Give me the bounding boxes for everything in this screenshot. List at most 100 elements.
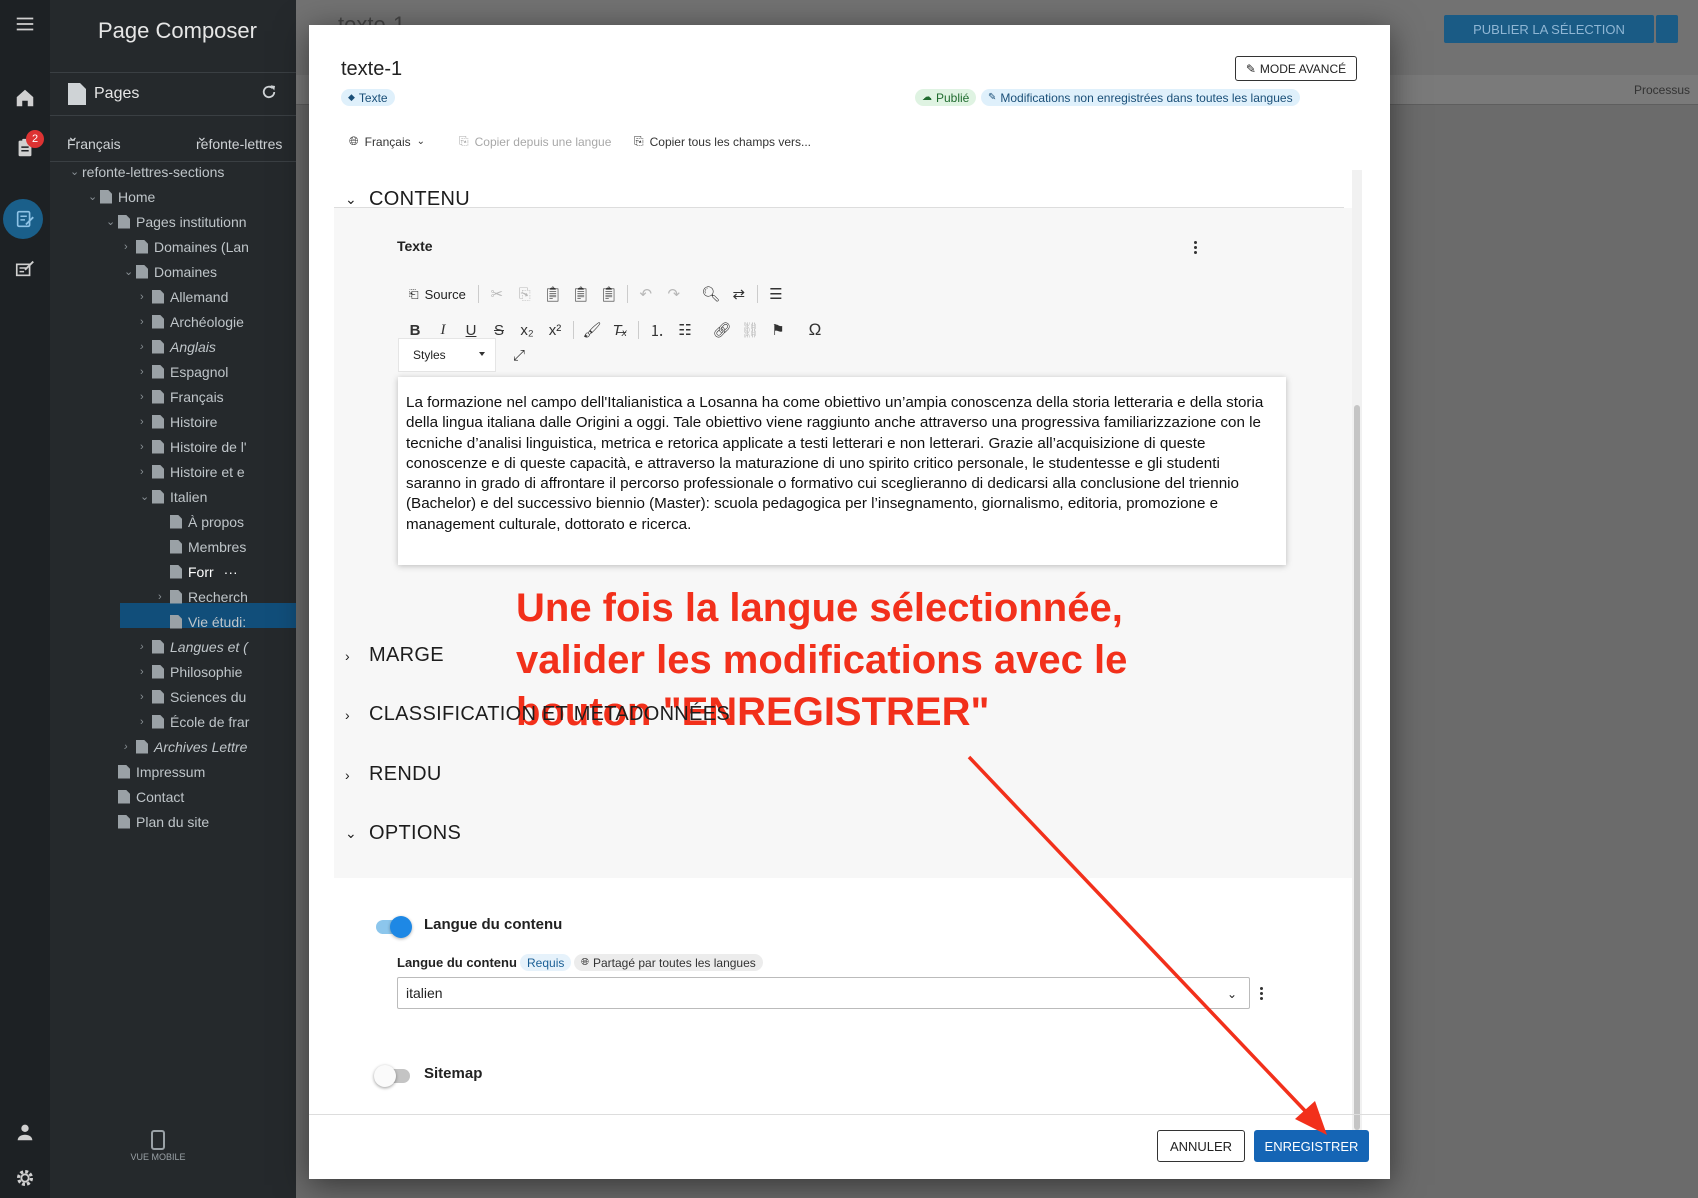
sitemap-toggle[interactable] (374, 1065, 410, 1087)
tree-item[interactable]: À propos (158, 509, 244, 534)
redo-icon[interactable]: ↷ (660, 282, 688, 306)
tree-item[interactable]: ⌄ Pages institutionn (106, 209, 247, 234)
text-field-more-icon[interactable] (1194, 239, 1198, 256)
tree-item[interactable]: Vie étudi: (158, 609, 246, 634)
tree-item[interactable]: ⌄ Domaines (124, 259, 217, 284)
find-icon[interactable]: 🔍︎ (697, 282, 725, 306)
tree-item[interactable]: › Histoire de l' (140, 434, 247, 459)
copy-icon[interactable]: ⎘ (511, 282, 539, 306)
chevron-right-icon[interactable]: › (140, 641, 152, 653)
tree-item[interactable]: Membres (158, 534, 246, 559)
save-button[interactable]: ENREGISTRER (1254, 1130, 1369, 1162)
language-dropdown[interactable]: Français ⌄ (67, 128, 121, 152)
paste-text-icon[interactable]: 📋︎ (567, 282, 595, 306)
tree-item[interactable]: › Philosophie (140, 659, 242, 684)
tree-item[interactable]: › Recherch (158, 584, 248, 609)
tree-item[interactable]: › Sciences du (140, 684, 246, 709)
tasks-icon[interactable]: 2 (0, 128, 50, 168)
paste-icon[interactable]: 📋︎ (539, 282, 567, 306)
home-icon[interactable] (0, 78, 50, 118)
maximize-icon[interactable]: ⤢ (505, 343, 533, 367)
tree-item[interactable]: Plan du site (106, 809, 209, 834)
bulleted-list-icon[interactable]: ☷ (671, 318, 699, 342)
chevron-right-icon[interactable]: › (158, 591, 170, 603)
chevron-right-icon[interactable]: › (140, 691, 152, 703)
superscript-icon[interactable]: x² (541, 318, 569, 342)
tree-item[interactable]: › Archéologie (140, 309, 244, 334)
tree-item[interactable]: Forr ··· (158, 559, 238, 584)
tree-item[interactable]: › Histoire et e (140, 459, 245, 484)
tree-item[interactable]: › Langues et ( (140, 634, 248, 659)
special-char-omega-icon[interactable]: Ω (801, 318, 829, 342)
chevron-down-icon[interactable]: ⌄ (124, 265, 136, 278)
chevron-down-icon[interactable]: ⌄ (140, 490, 152, 503)
tree-item[interactable]: › Anglais (140, 334, 216, 359)
chevron-right-icon[interactable]: › (140, 416, 152, 428)
select-all-icon[interactable]: ☰ (762, 282, 790, 306)
cancel-button[interactable]: ANNULER (1157, 1130, 1245, 1162)
unlink-icon[interactable]: ⛓ (736, 318, 764, 342)
tree-item[interactable]: › Domaines (Lan (124, 234, 249, 259)
chevron-right-icon[interactable]: › (140, 391, 152, 403)
page-composer-icon[interactable] (0, 199, 50, 239)
chevron-right-icon[interactable]: › (140, 716, 152, 728)
tree-item[interactable]: › Espagnol (140, 359, 228, 384)
mobile-view-button[interactable]: VUE MOBILE (50, 1130, 266, 1162)
replace-icon[interactable]: ⇄ (725, 282, 753, 306)
remove-format-icon[interactable]: T̶ₓ (606, 318, 634, 342)
advanced-mode-button[interactable]: ✎ MODE AVANCÉ (1235, 56, 1357, 81)
anchor-flag-icon[interactable]: ⚑ (764, 318, 792, 342)
tree-item[interactable]: › Français (140, 384, 224, 409)
publish-dropdown-button[interactable] (1656, 15, 1678, 43)
tree-item[interactable]: › Archives Lettre (124, 734, 247, 759)
chevron-right-icon[interactable]: › (140, 666, 152, 678)
copy-all-fields-button[interactable]: ⎘ Copier tous les champs vers... (634, 134, 811, 149)
chevron-down-icon[interactable]: ⌄ (70, 165, 82, 178)
site-dropdown[interactable]: refonte-lettres ⌄ (196, 128, 282, 152)
source-button[interactable]: ⎗ Source (401, 282, 474, 306)
copy-format-icon[interactable]: 🖌︎ (578, 318, 606, 342)
subscript-icon[interactable]: x₂ (513, 318, 541, 342)
tree-item[interactable]: ⌄ Italien (140, 484, 207, 509)
copy-from-language-button[interactable]: ⎘ Copier depuis une langue (459, 134, 611, 149)
chevron-right-icon[interactable]: › (140, 291, 152, 303)
section-rendu[interactable]: › RENDU (345, 763, 442, 786)
tree-item[interactable]: › Allemand (140, 284, 228, 309)
tree-item-more-icon[interactable]: ··· (224, 564, 238, 580)
user-icon[interactable] (0, 1112, 50, 1152)
section-marge[interactable]: › MARGE (345, 644, 444, 667)
section-classification[interactable]: › CLASSIFICATION ET METADONNÉES (345, 703, 730, 726)
tree-item[interactable]: Impressum (106, 759, 205, 784)
chevron-right-icon[interactable]: › (124, 741, 136, 753)
link-icon[interactable]: 🔗︎ (708, 318, 736, 342)
language-field-more-icon[interactable] (1260, 985, 1264, 1002)
content-editor-icon[interactable] (0, 248, 50, 288)
tree-item[interactable]: ⌄ Home (88, 184, 155, 209)
language-selector[interactable]: 🌐︎ Français ⌄ (349, 134, 425, 149)
paste-word-icon[interactable]: 📋︎ (595, 282, 623, 306)
numbered-list-icon[interactable]: ⒈ (643, 318, 671, 342)
chevron-right-icon[interactable]: › (140, 466, 152, 478)
scrollbar-thumb[interactable] (1354, 405, 1360, 1130)
tree-item[interactable]: › Histoire (140, 409, 217, 434)
chevron-right-icon[interactable]: › (140, 366, 152, 378)
tree-item[interactable]: › École de frar (140, 709, 249, 734)
chevron-down-icon[interactable]: ⌄ (88, 190, 100, 203)
tree-item[interactable]: ⌄ refonte-lettres-sections (70, 159, 224, 184)
settings-gear-icon[interactable] (0, 1158, 50, 1198)
rich-text-editor[interactable]: La formazione nel campo dell'Italianisti… (398, 377, 1286, 565)
content-language-toggle[interactable] (376, 916, 412, 938)
refresh-icon[interactable] (260, 83, 278, 106)
cut-icon[interactable]: ✂ (483, 282, 511, 306)
chevron-right-icon[interactable]: › (140, 341, 152, 353)
chevron-down-icon[interactable]: ⌄ (106, 215, 118, 228)
publish-selection-button[interactable]: PUBLIER LA SÉLECTION (1444, 15, 1654, 43)
chevron-right-icon[interactable]: › (124, 241, 136, 253)
tree-item[interactable]: Contact (106, 784, 184, 809)
undo-icon[interactable]: ↶ (632, 282, 660, 306)
content-language-select[interactable]: italien ⌄ (397, 977, 1250, 1009)
menu-icon[interactable] (0, 4, 50, 44)
chevron-right-icon[interactable]: › (140, 441, 152, 453)
styles-dropdown[interactable]: Styles (398, 338, 496, 372)
section-options[interactable]: ⌄ OPTIONS (345, 822, 461, 845)
